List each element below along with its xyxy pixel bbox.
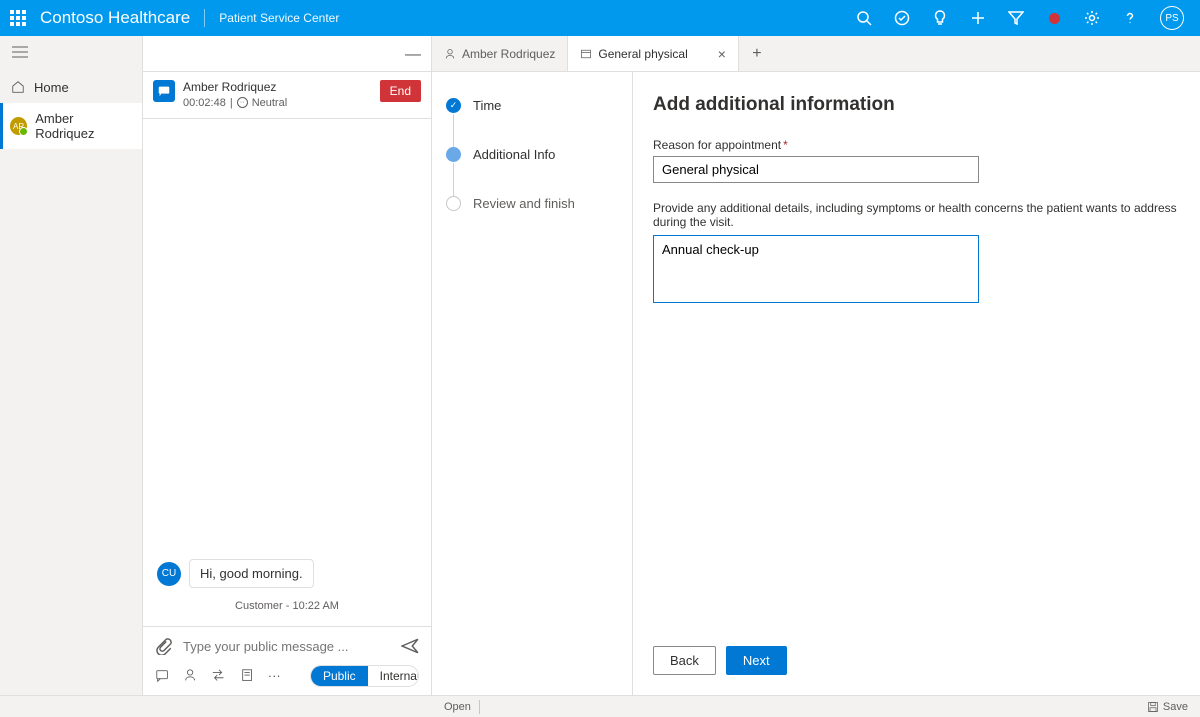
step-additional-info[interactable]: Additional Info: [446, 141, 618, 190]
reason-label: Reason for appointment*: [653, 138, 1180, 152]
chat-sentiment: Neutral: [252, 96, 287, 110]
sentiment-neutral-icon: ··: [237, 97, 248, 108]
recording-icon[interactable]: [1046, 10, 1062, 26]
visibility-toggle: Public Internal: [310, 665, 419, 687]
status-bar: Open Save: [0, 695, 1200, 717]
chat-message-meta: Customer - 10:22 AM: [157, 600, 417, 612]
step-review[interactable]: Review and finish: [446, 190, 618, 217]
patient-avatar-badge: AR: [10, 117, 27, 135]
form-panel: Add additional information Reason for ap…: [632, 72, 1200, 695]
step-time[interactable]: ✓ Time: [446, 92, 618, 141]
settings-gear-icon[interactable]: [1084, 10, 1100, 26]
app-subtitle: Patient Service Center: [219, 11, 339, 25]
step-current-icon: [446, 147, 461, 162]
end-chat-button[interactable]: End: [380, 80, 421, 102]
nav-home[interactable]: Home: [0, 71, 142, 103]
help-icon[interactable]: [1122, 10, 1138, 26]
tab-add-button[interactable]: +: [739, 36, 775, 71]
details-textarea[interactable]: [653, 235, 979, 303]
chat-message: Hi, good morning.: [189, 559, 314, 588]
brand-title: Contoso Healthcare: [40, 8, 190, 28]
tab-patient[interactable]: Amber Rodriquez: [432, 36, 568, 71]
top-bar: Contoso Healthcare Patient Service Cente…: [0, 0, 1200, 36]
chat-message-input[interactable]: [183, 639, 391, 654]
status-open: Open: [444, 701, 471, 713]
form-title: Add additional information: [653, 94, 1180, 116]
save-button[interactable]: Save: [1147, 701, 1188, 713]
send-icon[interactable]: [401, 637, 419, 655]
tab-bar: Amber Rodriquez General physical × +: [432, 36, 1200, 72]
chat-channel-icon: [153, 80, 175, 102]
chat-panel: — Amber Rodriquez 00:02:48 | ·· Neutral …: [143, 36, 432, 695]
tab-patient-label: Amber Rodriquez: [462, 47, 555, 61]
step-pending-icon: [446, 196, 461, 211]
lightbulb-icon[interactable]: [932, 10, 948, 26]
details-label: Provide any additional details, includin…: [653, 201, 1180, 229]
consult-icon[interactable]: [183, 668, 197, 684]
wizard-stepper: ✓ Time Additional Info Review and finish: [432, 72, 632, 695]
minimize-icon[interactable]: —: [405, 46, 421, 64]
transfer-icon[interactable]: [211, 668, 225, 684]
customer-avatar: CU: [157, 562, 181, 586]
task-check-icon[interactable]: [894, 10, 910, 26]
reason-input[interactable]: [653, 156, 979, 183]
nav-home-label: Home: [34, 80, 69, 95]
quick-reply-icon[interactable]: [155, 668, 169, 684]
tab-close-icon[interactable]: ×: [718, 46, 726, 62]
filter-icon[interactable]: [1008, 10, 1024, 26]
nav-patient-session[interactable]: AR Amber Rodriquez: [0, 103, 142, 149]
pill-internal[interactable]: Internal: [368, 666, 419, 686]
left-nav: Home AR Amber Rodriquez: [0, 36, 143, 695]
attach-icon[interactable]: [155, 637, 173, 655]
home-icon: [10, 79, 26, 95]
more-icon[interactable]: ···: [268, 668, 282, 684]
save-label: Save: [1163, 701, 1188, 713]
pill-public[interactable]: Public: [311, 666, 368, 686]
back-button[interactable]: Back: [653, 646, 716, 675]
chat-session-name: Amber Rodriquez: [183, 80, 374, 96]
chat-session-header: Amber Rodriquez 00:02:48 | ·· Neutral En…: [143, 72, 431, 119]
nav-patient-label: Amber Rodriquez: [35, 111, 132, 141]
notes-icon[interactable]: [240, 668, 254, 684]
chat-duration: 00:02:48: [183, 96, 226, 110]
tab-general-physical[interactable]: General physical ×: [568, 36, 739, 71]
hamburger-icon[interactable]: [0, 36, 142, 71]
add-icon[interactable]: [970, 10, 986, 26]
user-avatar[interactable]: PS: [1160, 6, 1184, 30]
search-icon[interactable]: [856, 10, 872, 26]
app-launcher-icon[interactable]: [10, 10, 26, 26]
next-button[interactable]: Next: [726, 646, 787, 675]
separator: [204, 9, 205, 27]
tab-general-physical-label: General physical: [598, 47, 687, 61]
step-done-icon: ✓: [446, 98, 461, 113]
